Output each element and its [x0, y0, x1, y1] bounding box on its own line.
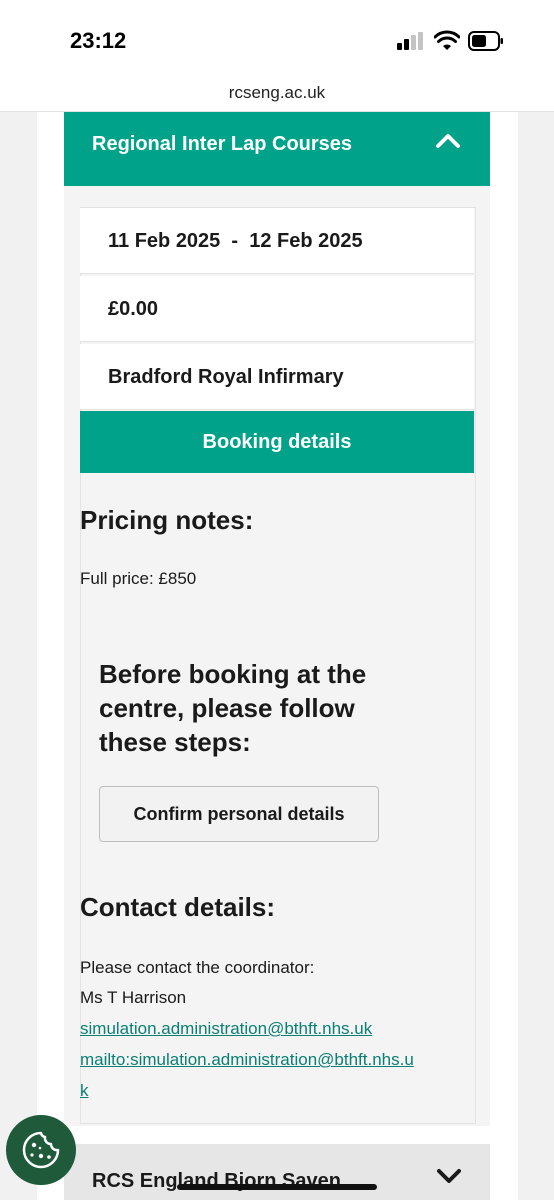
status-bar: 23:12	[0, 0, 554, 80]
url-text[interactable]: rcseng.ac.uk	[0, 83, 554, 103]
coordinator-email-link[interactable]: simulation.administration@bthft.nhs.uk	[80, 1019, 372, 1039]
signal-icon	[397, 32, 425, 50]
full-price-text: Full price: £850	[80, 569, 197, 588]
course-venue-row: Bradford Royal Infirmary	[80, 344, 474, 410]
chevron-down-icon[interactable]	[436, 1166, 462, 1186]
accordion-title: Regional Inter Lap Courses	[92, 133, 353, 155]
course-dates-row: 11 Feb 2025 - 12 Feb 2025	[80, 208, 474, 274]
course-dates: 11 Feb 2025 - 12 Feb 2025	[108, 230, 363, 252]
course-price: £0.00	[108, 298, 159, 320]
cookie-icon	[22, 1131, 60, 1169]
confirm-personal-details-button[interactable]: Confirm personal details	[99, 786, 379, 842]
contact-details-heading: Contact details:	[80, 892, 276, 922]
booking-steps-heading: Before booking at the centre, please fol…	[99, 659, 367, 757]
next-accordion-header[interactable]: RCS England Bjorn Saven	[64, 1144, 490, 1200]
battery-icon	[468, 31, 503, 51]
cookie-settings-button[interactable]	[6, 1115, 76, 1185]
status-time: 23:12	[70, 28, 127, 53]
url-bar[interactable]: rcseng.ac.uk	[0, 80, 554, 112]
mailto-link-line-1[interactable]: mailto:simulation.administration@bthft.n…	[80, 1050, 414, 1070]
course-price-row: £0.00	[80, 276, 474, 342]
contact-intro: Please contact the coordinator:	[80, 958, 315, 977]
home-indicator[interactable]	[177, 1184, 377, 1190]
wifi-icon	[434, 30, 460, 50]
chevron-up-icon[interactable]	[434, 130, 462, 152]
accordion-header[interactable]: Regional Inter Lap Courses	[64, 112, 490, 186]
mailto-link-line-2[interactable]: k	[80, 1081, 89, 1101]
coordinator-name: Ms T Harrison	[80, 988, 187, 1007]
booking-details-button[interactable]: Booking details	[80, 411, 474, 473]
course-venue: Bradford Royal Infirmary	[108, 366, 344, 388]
pricing-notes-heading: Pricing notes:	[80, 505, 254, 535]
